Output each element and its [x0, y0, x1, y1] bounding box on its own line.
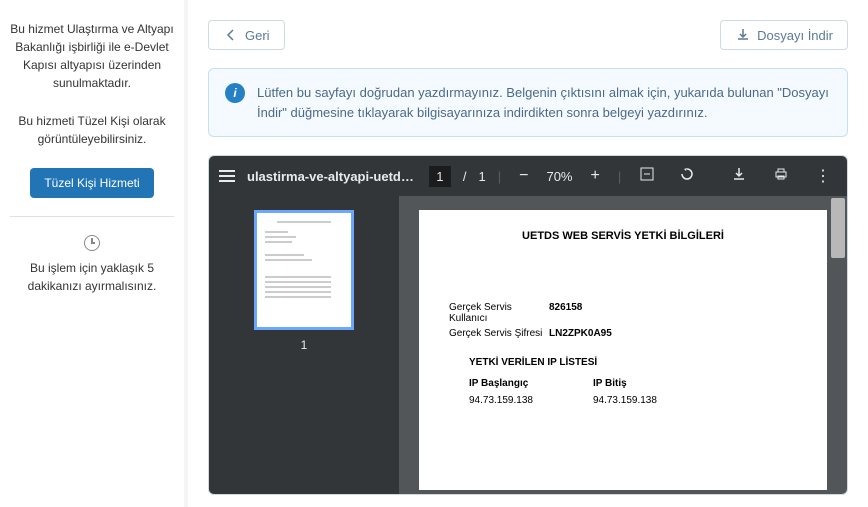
download-icon [735, 27, 751, 43]
pdf-body: 1 UETDS WEB SERVİS YETKİ BİLGİLERİ Gerçe… [209, 196, 847, 494]
back-button[interactable]: Geri [208, 20, 285, 50]
doc-row1-label: Gerçek Servis Kullanıcı [449, 302, 549, 324]
zoom-in-button[interactable]: + [585, 163, 606, 189]
tuzel-kisi-button[interactable]: Tüzel Kişi Hizmeti [30, 168, 153, 198]
info-banner-text: Lütfen bu sayfayı doğrudan yazdırmayınız… [257, 83, 831, 122]
top-bar: Geri Dosyayı İndir [208, 20, 848, 50]
doc-row2-label: Gerçek Servis Şifresi [449, 328, 549, 339]
doc-col1-value: 94.73.159.138 [469, 395, 533, 406]
pdf-page-area[interactable]: UETDS WEB SERVİS YETKİ BİLGİLERİ Gerçek … [399, 196, 847, 494]
pdf-page: UETDS WEB SERVİS YETKİ BİLGİLERİ Gerçek … [419, 210, 827, 490]
clock-icon [84, 235, 100, 251]
pdf-filename: ulastirma-ve-altyapi-uetds-ip-ta... [247, 169, 417, 184]
doc-col2-header: IP Bitiş [593, 378, 657, 389]
main-content: Geri Dosyayı İndir i Lütfen bu sayfayı d… [188, 0, 868, 507]
doc-section-title: YETKİ VERİLEN IP LİSTESİ [469, 357, 797, 368]
sidebar: Bu hizmet Ulaştırma ve Altyapı Bakanlığı… [0, 0, 184, 507]
fit-page-button[interactable] [633, 162, 661, 191]
back-label: Geri [245, 28, 270, 43]
sidebar-info-2: Bu hizmeti Tüzel Kişi olarak görüntüleye… [10, 112, 174, 148]
zoom-level: 70% [546, 169, 572, 184]
print-button[interactable] [767, 162, 795, 191]
thumbnail-number: 1 [301, 338, 308, 352]
more-options-button[interactable]: ⋮ [809, 162, 837, 190]
doc-row2-value: LN2ZPK0A95 [549, 328, 612, 339]
page-separator: / [463, 169, 467, 184]
doc-col2-value: 94.73.159.138 [593, 395, 657, 406]
sidebar-info-3: Bu işlem için yaklaşık 5 dakikanızı ayır… [10, 259, 174, 295]
menu-icon[interactable] [219, 170, 235, 182]
page-number-input[interactable] [429, 166, 451, 187]
scrollbar[interactable] [831, 198, 845, 258]
thumbnail-page-1[interactable] [254, 210, 354, 330]
divider [10, 216, 174, 217]
pdf-toolbar: ulastirma-ve-altyapi-uetds-ip-ta... / 1 … [209, 156, 847, 196]
zoom-out-button[interactable]: − [513, 163, 534, 189]
doc-row1-value: 826158 [549, 302, 582, 324]
doc-title: UETDS WEB SERVİS YETKİ BİLGİLERİ [449, 230, 797, 242]
chevron-left-icon [223, 27, 239, 43]
download-pdf-button[interactable] [725, 162, 753, 191]
info-banner: i Lütfen bu sayfayı doğrudan yazdırmayın… [208, 68, 848, 137]
download-label: Dosyayı İndir [757, 28, 833, 43]
rotate-button[interactable] [673, 162, 701, 191]
info-icon: i [225, 83, 245, 103]
doc-col1-header: IP Başlangıç [469, 378, 533, 389]
pdf-viewer: ulastirma-ve-altyapi-uetds-ip-ta... / 1 … [208, 155, 848, 495]
sidebar-info-1: Bu hizmet Ulaştırma ve Altyapı Bakanlığı… [10, 20, 174, 92]
page-total: 1 [479, 169, 486, 184]
download-button[interactable]: Dosyayı İndir [720, 20, 848, 50]
pdf-thumbnails: 1 [209, 196, 399, 494]
